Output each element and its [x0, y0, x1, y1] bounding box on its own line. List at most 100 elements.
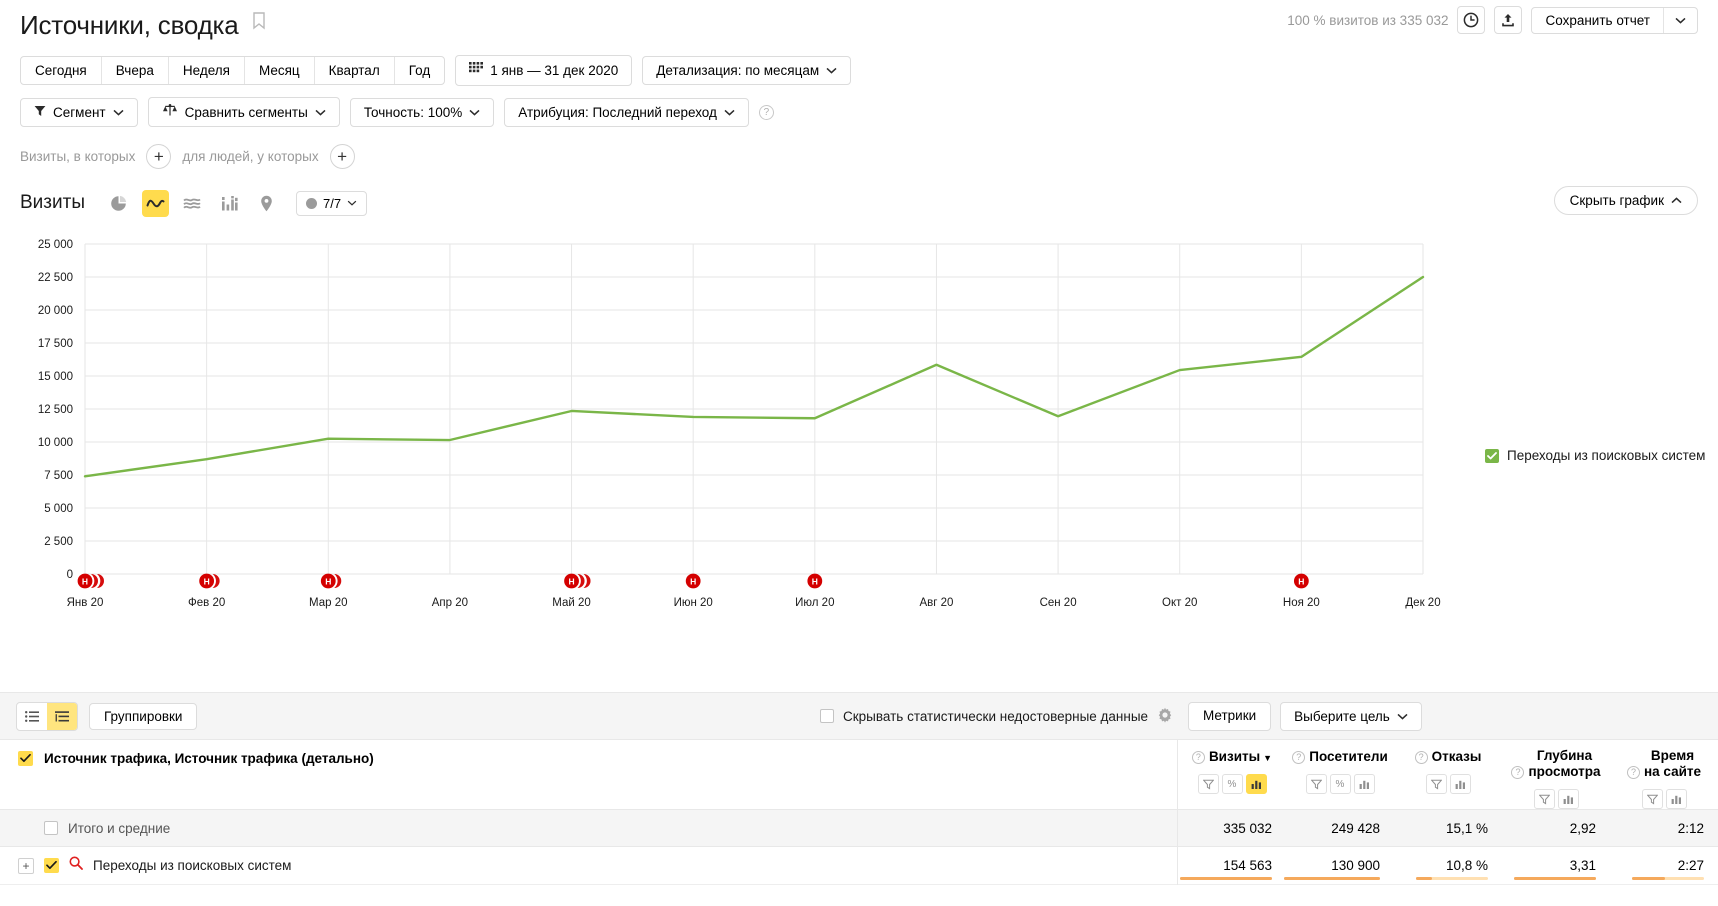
plus-box-icon[interactable]: + [18, 857, 34, 874]
chevron-down-icon [469, 109, 480, 116]
period-tab-month[interactable]: Месяц [245, 57, 315, 84]
question-mark-icon[interactable]: ? [758, 104, 774, 120]
visits-percent-icon[interactable]: % [1221, 774, 1243, 794]
metric-header-visits[interactable]: ? Визиты ▼ % [1178, 748, 1286, 809]
period-tab-today[interactable]: Сегодня [21, 57, 102, 84]
clock-icon[interactable] [1457, 6, 1486, 34]
sort-desc-icon[interactable]: ▼ [1263, 753, 1272, 763]
visitors-bars-icon[interactable] [1353, 774, 1375, 794]
metric-header-visitors[interactable]: ? Посетители % [1286, 748, 1394, 809]
search-magnifier-icon [69, 856, 83, 875]
share-export-icon[interactable] [1494, 6, 1523, 34]
save-report-button[interactable]: Сохранить отчет [1532, 8, 1663, 33]
hide-unreliable-control: Скрывать статистически недостоверные дан… [820, 707, 1173, 726]
dimension-column-header: Источник трафика, Источник трафика (дета… [0, 740, 1178, 809]
metrics-column-headers: ? Визиты ▼ % ? Посетители % ? Отказы ?Гл… [1178, 740, 1718, 809]
add-visits-condition-plus-circle-icon[interactable]: + [146, 143, 172, 169]
svg-text:0: 0 [67, 569, 73, 581]
value-bar [1284, 876, 1380, 880]
visits-line-chart[interactable]: 0 2 500 5 000 7 500 10 000 12 500 15 000 17 500… [0, 226, 1718, 626]
question-mark-icon[interactable]: ? [1414, 750, 1428, 764]
table-toolbar: Группировки Скрывать статистически недос… [0, 692, 1718, 740]
select-all-checkbox[interactable] [18, 751, 33, 766]
detail-level-label: Детализация: по месяцам [656, 63, 820, 78]
visitors-percent-icon[interactable]: % [1329, 774, 1351, 794]
row-dimension-cell: + Переходы из поисковых систем [0, 846, 1178, 885]
time-funnel-icon[interactable] [1641, 789, 1663, 809]
bounce-bars-icon[interactable] [1449, 774, 1471, 794]
bookmark-icon[interactable] [252, 12, 266, 35]
attribution-select[interactable]: Атрибуция: Последний переход [504, 97, 749, 127]
depth-bars-icon[interactable] [1557, 789, 1579, 809]
compare-segments-button[interactable]: Сравнить сегменты [147, 97, 340, 127]
question-mark-icon[interactable]: ? [1511, 765, 1525, 779]
row-label: Итого и средние [68, 820, 171, 836]
depth-funnel-icon[interactable] [1533, 789, 1555, 809]
metric-header-page-depth[interactable]: ?Глубина просмотра [1502, 748, 1610, 809]
pie-chart-icon[interactable] [105, 190, 132, 217]
svg-text:Дек 20: Дек 20 [1405, 597, 1440, 609]
tree-view-icon[interactable] [47, 702, 77, 730]
question-mark-icon[interactable]: ? [1626, 765, 1640, 779]
series-count-selector[interactable]: 7/7 [295, 190, 368, 216]
gear-icon[interactable] [1157, 707, 1173, 726]
question-mark-icon[interactable]: ? [1191, 750, 1205, 764]
svg-text:2 500: 2 500 [44, 536, 73, 548]
save-report-chevron-down-icon[interactable] [1664, 8, 1697, 33]
chevron-down-icon [1397, 713, 1408, 720]
list-view-icon[interactable] [17, 703, 47, 730]
chart-legend-item[interactable]: Переходы из поисковых систем [1485, 448, 1705, 463]
cell-time-on-site: 2:12 [1677, 820, 1704, 836]
goal-select[interactable]: Выберите цель [1280, 701, 1422, 731]
hide-unreliable-checkbox[interactable] [820, 709, 834, 723]
header-actions: 100 % визитов из 335 032 Сохранить отчет [1287, 6, 1698, 34]
metric-label: Отказы [1431, 749, 1482, 764]
page-header: Источники, сводка 100 % визитов из 335 0… [0, 0, 1718, 44]
chevron-down-icon [826, 67, 837, 74]
bounce-funnel-icon[interactable] [1425, 774, 1447, 794]
bar-chart-icon[interactable] [216, 190, 243, 217]
accuracy-select[interactable]: Точность: 100% [349, 97, 495, 127]
goal-label: Выберите цель [1294, 708, 1390, 724]
detail-level-select[interactable]: Детализация: по месяцам [642, 56, 852, 85]
table-row[interactable]: Итого и средние 335 032 249 428 15,1 % 2… [0, 809, 1718, 847]
cell-visits: 335 032 [1223, 820, 1272, 836]
chevron-down-icon [347, 200, 357, 206]
table-view-toggle [16, 701, 78, 731]
metric-header-bounce-rate[interactable]: ? Отказы [1394, 748, 1502, 809]
cell-visitors: 130 900 [1284, 847, 1394, 885]
svg-text:12 500: 12 500 [38, 404, 73, 416]
visits-bars-icon[interactable] [1245, 774, 1267, 794]
segment-button[interactable]: Сегмент [20, 97, 138, 127]
report-table: Группировки Скрывать статистически недос… [0, 692, 1718, 906]
visitors-funnel-icon[interactable] [1305, 774, 1327, 794]
visits-funnel-icon[interactable] [1197, 774, 1219, 794]
period-tab-yesterday[interactable]: Вчера [102, 57, 169, 84]
series-count-label: 7/7 [322, 195, 342, 211]
metric-header-time-on-site[interactable]: ?Время на сайте [1610, 748, 1718, 809]
row-dimension-cell: Итого и средние [0, 809, 1178, 847]
add-people-condition-plus-circle-icon[interactable]: + [329, 143, 355, 169]
period-tab-quarter[interactable]: Квартал [315, 57, 395, 84]
map-pin-icon[interactable] [253, 190, 280, 217]
metrics-button[interactable]: Метрики [1188, 701, 1272, 731]
date-range-picker[interactable]: 1 янв — 31 дек 2020 [455, 55, 633, 86]
line-chart-icon[interactable] [141, 189, 169, 217]
table-row[interactable]: + Переходы из поисковых систем 154 563 1… [0, 846, 1718, 885]
date-range-label: 1 янв — 31 дек 2020 [490, 63, 619, 78]
question-mark-icon[interactable]: ? [1292, 750, 1306, 764]
period-tab-week[interactable]: Неделя [169, 57, 245, 84]
metric-label: Визиты [1208, 749, 1261, 764]
hide-chart-button[interactable]: Скрыть график [1553, 186, 1698, 215]
period-tab-year[interactable]: Год [395, 57, 444, 84]
groupings-button[interactable]: Группировки [89, 702, 198, 730]
row-checkbox[interactable] [44, 821, 58, 835]
time-bars-icon[interactable] [1665, 789, 1687, 809]
row-label: Переходы из поисковых систем [93, 858, 292, 873]
row-checkbox[interactable] [44, 858, 59, 873]
area-chart-icon[interactable] [179, 190, 206, 217]
svg-text:Июн 20: Июн 20 [674, 597, 713, 609]
legend-checkbox[interactable] [1485, 448, 1499, 463]
svg-text:Ноя 20: Ноя 20 [1283, 597, 1320, 609]
period-toolbar: Сегодня Вчера Неделя Месяц Квартал Год 1… [0, 55, 1718, 86]
